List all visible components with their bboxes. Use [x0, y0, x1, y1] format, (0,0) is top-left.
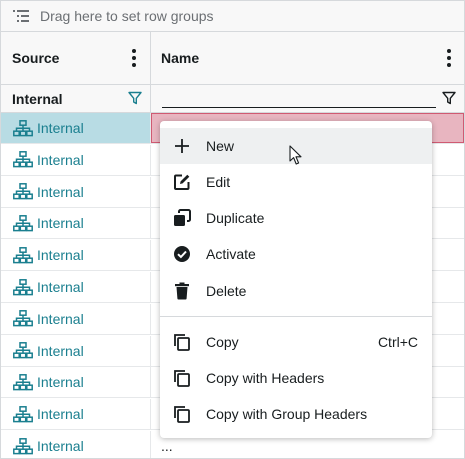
network-icon — [13, 278, 33, 295]
name-filter-input[interactable] — [162, 91, 436, 108]
source-cell-text: Internal — [37, 279, 84, 295]
source-cell-text: Internal — [37, 374, 84, 391]
menu-item-shortcut: Ctrl+C — [377, 334, 418, 350]
menu-item-duplicate[interactable]: Duplicate — [160, 200, 432, 236]
menu-item-copy-with-group-headers[interactable]: Copy with Group Headers — [160, 396, 432, 432]
menu-item-label: New — [206, 138, 235, 154]
source-cell[interactable]: Internal — [1, 144, 151, 175]
source-cell[interactable]: Internal — [1, 176, 151, 207]
source-cell-text: Internal — [37, 406, 84, 423]
menu-item-copy[interactable]: Copy Ctrl+C — [160, 324, 432, 360]
source-cell[interactable]: Internal — [1, 367, 151, 398]
source-cell-text: Internal — [37, 247, 84, 264]
source-cell[interactable]: Internal — [1, 399, 151, 430]
kebab-menu-icon[interactable] — [132, 49, 136, 67]
source-cell-text: Internal — [37, 342, 84, 359]
column-header-label: Source — [12, 50, 60, 66]
kebab-menu-icon[interactable] — [447, 49, 451, 67]
source-cell[interactable]: Internal — [1, 113, 151, 143]
source-cell-text: Internal — [37, 310, 84, 327]
network-icon — [13, 342, 33, 359]
menu-item-label: Duplicate — [206, 210, 265, 226]
edit-icon — [172, 172, 192, 192]
floating-filter-row: Internal — [1, 85, 464, 113]
network-icon — [13, 310, 33, 327]
network-icon — [13, 437, 33, 454]
network-icon — [13, 214, 33, 232]
source-cell[interactable]: Internal — [1, 272, 151, 302]
copy-icon — [172, 404, 192, 424]
name-filter — [151, 85, 464, 112]
filter-icon[interactable] — [128, 91, 142, 105]
menu-item-copy-with-headers[interactable]: Copy with Headers — [160, 360, 432, 396]
menu-item-label: Activate — [206, 246, 256, 262]
network-icon — [13, 183, 33, 200]
network-icon — [13, 373, 33, 391]
source-cell-text: Internal — [37, 183, 84, 200]
source-cell-text: Internal — [37, 438, 84, 454]
copy-icon — [172, 332, 192, 352]
column-header-name[interactable]: Name — [151, 32, 464, 84]
row-groups-icon — [13, 10, 29, 22]
menu-item-label: Copy with Headers — [206, 370, 325, 386]
source-cell[interactable]: Internal — [1, 240, 151, 271]
network-icon — [13, 405, 33, 423]
menu-item-label: Delete — [206, 283, 247, 299]
menu-item-label: Copy with Group Headers — [206, 406, 368, 422]
column-header-source[interactable]: Source — [1, 32, 151, 84]
mouse-cursor-icon — [289, 145, 302, 165]
check-circle-icon — [172, 244, 192, 264]
name-cell-text: ... — [161, 438, 173, 454]
trash-icon — [172, 281, 192, 301]
source-cell[interactable]: Internal — [1, 303, 151, 334]
network-icon — [13, 246, 33, 264]
context-menu: New Edit Duplicate Activate Delete Copy … — [160, 121, 432, 438]
source-filter[interactable]: Internal — [1, 85, 151, 112]
menu-item-delete[interactable]: Delete — [160, 273, 432, 309]
duplicate-icon — [172, 208, 192, 228]
row-group-placeholder: Drag here to set row groups — [40, 8, 214, 24]
source-cell-text: Internal — [37, 151, 84, 168]
column-header-row: Source Name — [1, 32, 464, 85]
source-cell-text: Internal — [37, 215, 84, 232]
source-cell[interactable]: Internal — [1, 208, 151, 239]
source-cell-text: Internal — [37, 120, 84, 136]
source-filter-value: Internal — [12, 90, 63, 107]
row-group-bar[interactable]: Drag here to set row groups — [1, 1, 464, 32]
menu-item-label: Copy — [206, 334, 239, 350]
menu-item-label: Edit — [206, 174, 231, 190]
network-icon — [13, 119, 33, 136]
source-cell[interactable]: Internal — [1, 335, 151, 366]
column-header-label: Name — [161, 50, 200, 66]
network-icon — [13, 151, 33, 168]
menu-item-activate[interactable]: Activate — [160, 236, 432, 272]
menu-item-edit[interactable]: Edit — [160, 164, 432, 200]
menu-separator — [160, 316, 432, 317]
copy-icon — [172, 368, 192, 388]
source-cell[interactable]: Internal — [1, 431, 151, 458]
filter-icon[interactable] — [442, 91, 456, 105]
plus-icon — [172, 136, 192, 156]
